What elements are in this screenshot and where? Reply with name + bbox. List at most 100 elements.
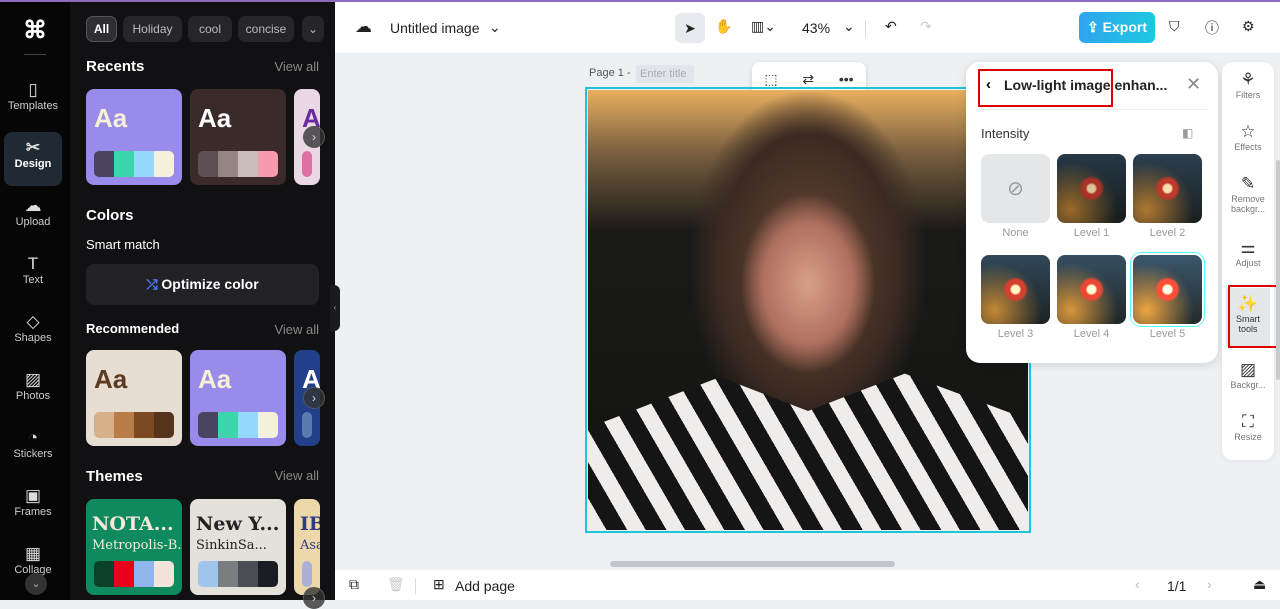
tool-adjust[interactable]: ⚌ Adjust — [1222, 238, 1274, 268]
add-page-button[interactable]: Add page — [455, 578, 515, 594]
tool-label: Resize — [1234, 432, 1262, 442]
recommended-view-all[interactable]: View all — [274, 322, 319, 337]
undo-button[interactable]: ↶ — [885, 18, 897, 35]
intensity-option-label: None — [1002, 227, 1029, 239]
tool-effects[interactable]: ☆ Effects — [1222, 122, 1274, 152]
recents-view-all[interactable]: View all — [274, 59, 319, 74]
photos-icon: ▨ — [24, 370, 42, 389]
color-swatch — [198, 561, 218, 587]
back-chevron-icon[interactable]: ‹ — [986, 76, 991, 93]
filter-chip-cool[interactable]: cool — [188, 16, 232, 42]
color-swatch — [218, 151, 238, 177]
next-page-button[interactable]: › — [1207, 576, 1212, 592]
intensity-option-level-1[interactable] — [1057, 154, 1126, 223]
bottom-bar: ⧉ 🗑 ⊞ Add page ‹ 1/1 › ⏏ — [335, 570, 1280, 600]
page-count: 1/1 — [1167, 578, 1187, 594]
themes-card[interactable]: New Y... SinkinSa... — [190, 499, 286, 595]
intensity-option-none[interactable]: ⊘ — [981, 154, 1050, 223]
help-icon[interactable]: ⓘ — [1205, 18, 1219, 38]
tool-label: Backgr... — [1230, 380, 1266, 390]
rail-item-upload[interactable]: ☁ Upload — [4, 190, 62, 244]
shield-icon[interactable]: ⛉ — [1169, 18, 1180, 35]
theme-title-font: IB — [300, 513, 320, 535]
themes-next-button[interactable]: › — [303, 587, 325, 609]
recents-card[interactable]: Aa — [86, 89, 182, 185]
themes-view-all[interactable]: View all — [274, 468, 319, 483]
layout-button[interactable]: ▥⌄ — [751, 18, 776, 35]
capcut-logo[interactable]: ⌘ — [20, 16, 50, 46]
replace-icon[interactable]: ⇄ — [802, 71, 814, 88]
delete-page-icon[interactable]: 🗑 — [387, 576, 405, 593]
tool-remove-backgr-[interactable]: ✎ Remove backgr... — [1222, 174, 1274, 214]
prev-page-button[interactable]: ‹ — [1135, 576, 1140, 592]
chips-more-button[interactable]: ⌄ — [302, 16, 324, 42]
shuffle-icon: ⤮ — [146, 276, 162, 292]
rail-item-photos[interactable]: ▨ Photos — [4, 364, 62, 418]
rail-item-label: Shapes — [14, 332, 52, 344]
collage-icon: ▦ — [24, 544, 42, 563]
intensity-option-level-4[interactable] — [1057, 255, 1126, 324]
themes-card[interactable]: NOTA... Metropolis-B... — [86, 499, 182, 595]
select-tool-button[interactable]: ➤ — [675, 13, 705, 43]
effects-icon: ☆ — [1240, 122, 1256, 141]
tool-filters[interactable]: ⚘ Filters — [1222, 70, 1274, 100]
theme-body-font: SinkinSa... — [196, 538, 267, 553]
add-page-icon[interactable]: ⊞ — [433, 576, 445, 593]
filter-chip-all[interactable]: All — [86, 16, 117, 42]
rail-item-stickers[interactable]: ◔ Stickers — [4, 422, 62, 476]
expand-rail-button[interactable]: ⌄ — [25, 573, 47, 595]
crop-select-icon[interactable]: ⬚ — [764, 71, 777, 88]
zoom-level[interactable]: 43% — [802, 20, 830, 36]
filter-chip-holiday[interactable]: Holiday — [123, 16, 182, 42]
collapse-panel-handle[interactable]: ‹ — [330, 285, 340, 331]
recents-next-button[interactable]: › — [303, 126, 325, 148]
hand-tool-button[interactable]: ✋ — [715, 18, 732, 35]
export-button[interactable]: ⇪ Export — [1079, 12, 1155, 43]
settings-gear-icon[interactable]: ⚙ — [1242, 18, 1255, 35]
title-chevron-down-icon[interactable]: ⌄ — [489, 19, 501, 36]
recommended-card[interactable]: Aa — [86, 350, 182, 446]
color-swatch — [238, 412, 258, 438]
divider — [981, 109, 1209, 110]
zoom-chevron-down-icon[interactable]: ⌄ — [843, 18, 855, 35]
redo-button[interactable]: ↷ — [920, 18, 932, 35]
cloud-save-icon[interactable]: ☁ — [355, 17, 372, 37]
rail-item-design[interactable]: ✂ Design — [4, 132, 62, 186]
intensity-option-level-5[interactable] — [1133, 255, 1202, 324]
recommended-card[interactable]: Aa — [190, 350, 286, 446]
intensity-option-label: Level 1 — [1073, 227, 1110, 239]
color-swatch-strip — [302, 151, 312, 177]
selection-border — [585, 87, 1031, 533]
tool-resize[interactable]: ⛶ Resize — [1222, 412, 1274, 442]
divider — [24, 54, 46, 55]
rail-item-shapes[interactable]: ◇ Shapes — [4, 306, 62, 360]
page-manager-icon[interactable]: ⏏ — [1253, 576, 1266, 593]
intensity-option-level-3[interactable] — [981, 255, 1050, 324]
themes-card[interactable]: IB Asa — [294, 499, 320, 595]
color-swatch-strip — [198, 561, 278, 587]
rail-item-text[interactable]: T Text — [4, 248, 62, 302]
intensity-option-level-2[interactable] — [1133, 154, 1202, 223]
color-swatch — [154, 561, 174, 587]
duplicate-page-icon[interactable]: ⧉ — [349, 576, 359, 593]
color-swatch — [302, 151, 312, 177]
page-title-input[interactable]: Enter title — [636, 65, 694, 83]
recommended-next-button[interactable]: › — [303, 387, 325, 409]
optimize-color-button[interactable]: ⤮ Optimize color — [86, 264, 319, 305]
compare-icon[interactable]: ◧ — [1182, 126, 1193, 140]
close-icon[interactable]: ✕ — [1186, 74, 1201, 95]
shapes-icon: ◇ — [26, 312, 40, 331]
tool-backgr-[interactable]: ▨ Backgr... — [1222, 360, 1274, 390]
color-swatch — [154, 151, 174, 177]
color-swatch — [94, 561, 114, 587]
vertical-scrollbar[interactable] — [1276, 160, 1280, 380]
theme-body-font: Metropolis-B... — [92, 538, 182, 553]
rail-item-frames[interactable]: ▣ Frames — [4, 480, 62, 534]
rail-item-templates[interactable]: ▯ Templates — [4, 74, 62, 128]
filter-chip-concise[interactable]: concise — [238, 16, 294, 42]
recents-heading: Recents — [86, 58, 145, 75]
recents-card[interactable]: Aa — [190, 89, 286, 185]
more-options-icon[interactable]: ••• — [839, 71, 854, 87]
document-title[interactable]: Untitled image — [390, 20, 480, 36]
horizontal-scrollbar[interactable] — [610, 561, 895, 567]
